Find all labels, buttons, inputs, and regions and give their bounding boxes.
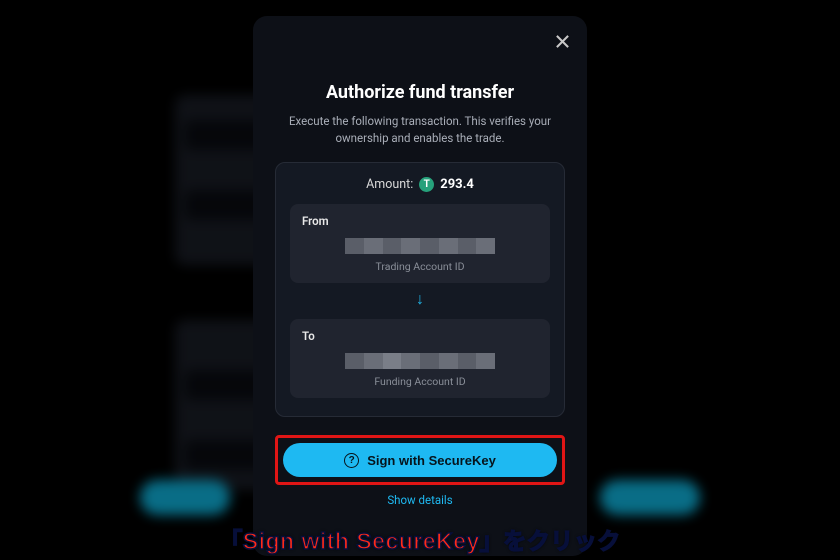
from-sub: Trading Account ID [302, 260, 538, 273]
transaction-card: Amount: T 293.4 From Trading Account ID … [275, 162, 565, 417]
to-sub: Funding Account ID [302, 375, 538, 388]
to-id-redacted [345, 353, 495, 369]
arrow-down-icon: ↓ [290, 291, 550, 307]
show-details-link[interactable]: Show details [275, 493, 565, 507]
from-label: From [302, 214, 538, 228]
authorize-transfer-modal: Authorize fund transfer Execute the foll… [253, 16, 587, 556]
from-id-redacted [345, 238, 495, 254]
amount-label: Amount: [366, 177, 413, 192]
modal-subtitle: Execute the following transaction. This … [275, 113, 565, 146]
annotation-caption: 「Sign with SecureKey」をクリック [0, 522, 840, 556]
to-label: To [302, 329, 538, 343]
modal-title: Authorize fund transfer [275, 82, 565, 103]
from-box: From Trading Account ID [290, 204, 550, 283]
sign-with-securekey-button[interactable]: ? Sign with SecureKey [283, 443, 557, 477]
token-icon: T [419, 177, 434, 192]
amount-row: Amount: T 293.4 [290, 177, 550, 192]
annotation-highlight-box: ? Sign with SecureKey [275, 435, 565, 485]
to-box: To Funding Account ID [290, 319, 550, 398]
close-icon[interactable] [551, 30, 573, 52]
help-circle-icon: ? [344, 453, 359, 468]
amount-value: 293.4 [440, 177, 474, 192]
sign-button-label: Sign with SecureKey [367, 453, 496, 468]
